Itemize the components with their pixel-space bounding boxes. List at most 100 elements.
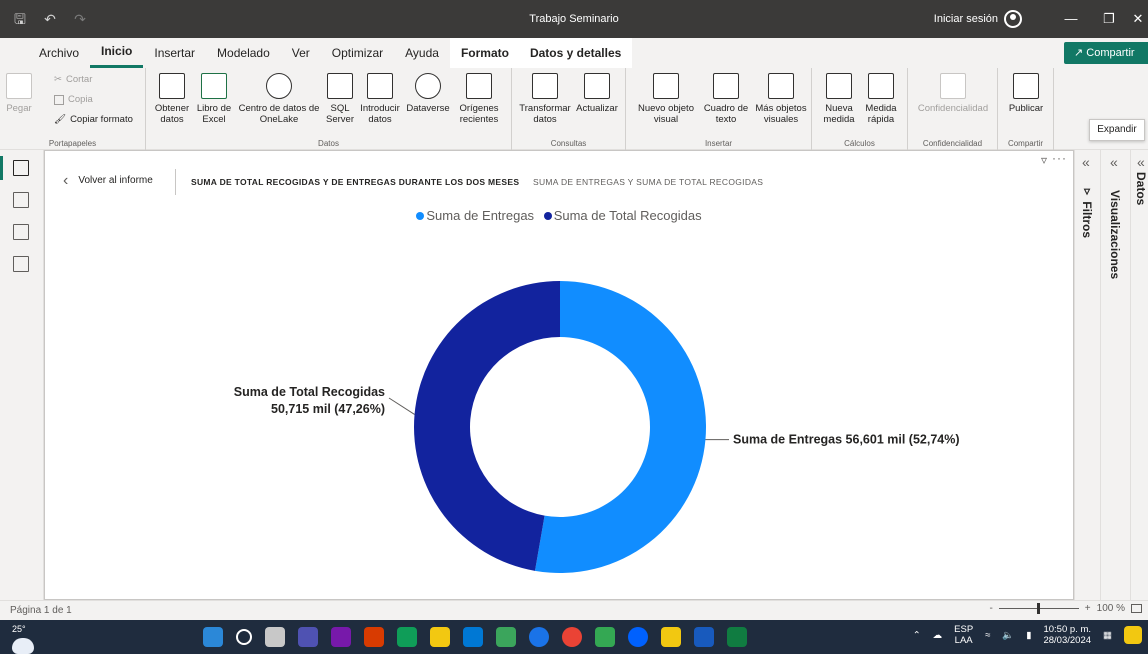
- group-confidencialidad: Confidencialidad Confidencialidad: [908, 68, 998, 150]
- power-bi-icon[interactable]: [661, 627, 681, 647]
- quick-measure-button[interactable]: Medida rápida: [860, 73, 902, 125]
- format-painter-button[interactable]: 🖌 Copiar formato: [54, 114, 133, 125]
- excel-workbook-button[interactable]: Libro de Excel: [194, 73, 234, 125]
- weather-temp: 25°: [12, 624, 26, 634]
- get-data-button[interactable]: Obtener datos: [152, 73, 192, 125]
- sensitivity-button[interactable]: Confidencialidad: [914, 73, 992, 114]
- close-icon[interactable]: ✕: [1128, 0, 1148, 38]
- acrobat-icon[interactable]: [364, 627, 384, 647]
- new-measure-button[interactable]: Nueva medida: [820, 73, 858, 125]
- green-app-icon[interactable]: [496, 627, 516, 647]
- tab-ayuda[interactable]: Ayuda: [394, 38, 450, 68]
- zoom-in-icon[interactable]: +: [1085, 603, 1091, 614]
- share-button[interactable]: ↗ Compartir: [1064, 42, 1148, 64]
- sign-in-button[interactable]: Iniciar sesión: [934, 10, 1022, 28]
- tab-ver[interactable]: Ver: [281, 38, 321, 68]
- stack-app-icon[interactable]: [595, 627, 615, 647]
- donut-slice-entregas[interactable]: [534, 281, 707, 573]
- onelake-label: Centro de datos de OneLake: [238, 103, 320, 125]
- chevron-up-icon[interactable]: ⌃: [913, 630, 921, 641]
- save-icon[interactable]: 🖫: [12, 11, 28, 27]
- battery-icon[interactable]: ▮: [1026, 630, 1031, 641]
- word-icon[interactable]: [694, 627, 714, 647]
- search-icon[interactable]: [236, 629, 252, 645]
- file-explorer-icon[interactable]: [430, 627, 450, 647]
- enter-data-button[interactable]: Introducir datos: [358, 73, 402, 125]
- edge-icon[interactable]: [397, 627, 417, 647]
- copy-button[interactable]: Copia: [54, 94, 93, 105]
- dax-query-view-icon[interactable]: [13, 256, 29, 272]
- restore-icon[interactable]: ❐: [1090, 0, 1128, 38]
- table-view-icon[interactable]: [13, 192, 29, 208]
- wifi-icon[interactable]: ≈: [985, 630, 990, 641]
- filters-pane[interactable]: « ▿ Filtros: [1074, 150, 1100, 600]
- collapse-filters-icon[interactable]: «: [1082, 154, 1090, 170]
- more-visuals-button[interactable]: Más objetos visuales: [754, 73, 808, 125]
- donut-chart: Suma de Entregas 56,601 mil (52,74%) Sum…: [234, 281, 960, 573]
- scissors-icon: ✂: [54, 74, 62, 85]
- model-view-icon[interactable]: [13, 224, 29, 240]
- dataverse-button[interactable]: Dataverse: [404, 73, 452, 114]
- refresh-button[interactable]: Actualizar: [572, 73, 622, 114]
- minimize-icon[interactable]: —: [1052, 0, 1090, 38]
- visualizations-pane[interactable]: « Visualizaciones: [1100, 150, 1130, 600]
- zoom-thumb[interactable]: [1036, 603, 1040, 614]
- transform-data-label: Transformar datos: [519, 103, 571, 125]
- help-icon[interactable]: [529, 627, 549, 647]
- tab-insertar[interactable]: Insertar: [143, 38, 206, 68]
- tab-archivo[interactable]: Archivo: [28, 38, 90, 68]
- title-bar: 🖫 ↶ ↷ Trabajo Seminario Iniciar sesión —…: [0, 0, 1148, 38]
- zoom-out-icon[interactable]: -: [989, 603, 992, 614]
- transform-data-button[interactable]: Transformar datos: [518, 73, 572, 125]
- sensitivity-icon: [940, 73, 966, 99]
- tab-datos-detalles[interactable]: Datos y detalles: [518, 38, 633, 68]
- onedrive-icon[interactable]: ☁: [933, 630, 943, 641]
- cut-button[interactable]: ✂ Cortar: [54, 74, 92, 85]
- quick-measure-label: Medida rápida: [865, 103, 897, 125]
- report-view-icon[interactable]: [13, 160, 29, 176]
- sensitivity-label: Confidencialidad: [917, 103, 989, 114]
- undo-icon[interactable]: ↶: [42, 11, 58, 27]
- volume-icon[interactable]: 🔈: [1002, 630, 1014, 641]
- copilot-icon[interactable]: [1124, 626, 1142, 644]
- tab-inicio[interactable]: Inicio: [90, 38, 144, 68]
- notifications-icon[interactable]: ▦: [1103, 630, 1112, 641]
- store-icon[interactable]: [463, 627, 483, 647]
- quick-measure-icon: [868, 73, 894, 99]
- data-pane[interactable]: « Datos: [1130, 150, 1148, 600]
- publish-button[interactable]: Publicar: [1004, 73, 1048, 114]
- expand-data-icon[interactable]: «: [1137, 154, 1145, 170]
- chat-icon[interactable]: [298, 627, 318, 647]
- task-view-icon[interactable]: [265, 627, 285, 647]
- data-label-recogidas-name: Suma de Total Recogidas: [234, 385, 385, 399]
- tab-formato[interactable]: Formato: [449, 38, 520, 68]
- text-box-label: Cuadro de texto: [703, 103, 749, 125]
- transform-icon: [532, 73, 558, 99]
- z-app-icon[interactable]: [628, 627, 648, 647]
- active-view-indicator: [0, 156, 3, 180]
- paste-button[interactable]: Pegar: [6, 73, 32, 114]
- language-indicator[interactable]: ESP LAA: [954, 624, 973, 646]
- recent-sources-button[interactable]: Orígenes recientes: [452, 73, 506, 125]
- weather-widget[interactable]: 25°: [12, 624, 34, 654]
- dataverse-icon: [415, 73, 441, 99]
- more-visuals-label: Más objetos visuales: [755, 103, 807, 125]
- sql-server-label: SQL Server: [326, 103, 354, 125]
- sql-server-button[interactable]: SQL Server: [324, 73, 356, 125]
- chrome-icon[interactable]: [562, 627, 582, 647]
- onelake-button[interactable]: Centro de datos de OneLake: [236, 73, 322, 125]
- tab-modelado[interactable]: Modelado: [206, 38, 281, 68]
- clock[interactable]: 10:50 p. m. 28/03/2024: [1043, 624, 1091, 646]
- excel-taskbar-icon[interactable]: [727, 627, 747, 647]
- new-visual-button[interactable]: Nuevo objeto visual: [636, 73, 696, 125]
- expand-visualizations-icon[interactable]: «: [1110, 154, 1118, 170]
- publish-icon: [1013, 73, 1039, 99]
- tab-optimizar[interactable]: Optimizar: [321, 38, 394, 68]
- text-box-button[interactable]: Cuadro de texto: [700, 73, 752, 125]
- mehr-app-icon[interactable]: [331, 627, 351, 647]
- zoom-slider[interactable]: [998, 603, 1079, 614]
- fit-page-icon[interactable]: [1131, 604, 1142, 613]
- start-icon[interactable]: [203, 627, 223, 647]
- donut-slice-recogidas[interactable]: [414, 281, 560, 571]
- redo-icon[interactable]: ↷: [72, 11, 88, 27]
